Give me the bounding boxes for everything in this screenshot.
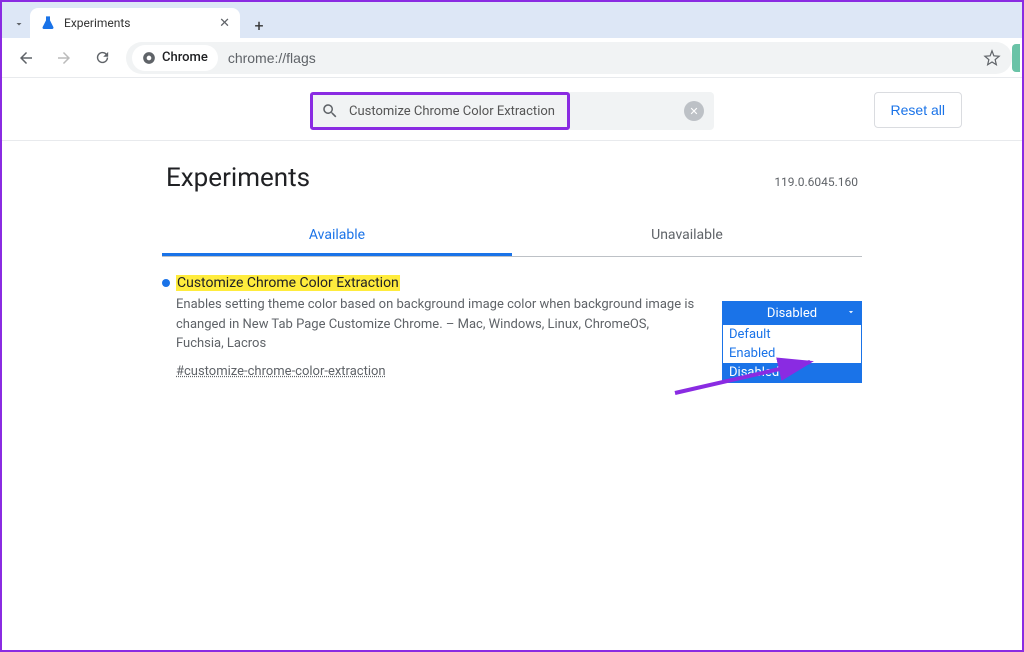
flag-description: Enables setting theme color based on bac… [176, 295, 698, 354]
page-header: Experiments 119.0.6045.160 [162, 141, 862, 199]
flags-search-container: Customize Chrome Color Extraction ✕ [310, 92, 714, 130]
close-tab-button[interactable]: ✕ [219, 16, 230, 31]
clear-search-button[interactable]: ✕ [684, 101, 704, 121]
flags-search-highlight: Customize Chrome Color Extraction [310, 92, 570, 130]
dropdown-selected-label: Disabled [767, 306, 817, 321]
tab-unavailable[interactable]: Unavailable [512, 217, 862, 256]
url-input[interactable] [222, 50, 974, 66]
search-query-text[interactable]: Customize Chrome Color Extraction [349, 104, 555, 119]
chrome-version: 119.0.6045.160 [774, 175, 858, 189]
flag-body: Customize Chrome Color Extraction Enable… [162, 275, 698, 379]
tab-title: Experiments [64, 16, 131, 30]
search-icon [321, 102, 339, 120]
forward-button[interactable] [50, 44, 78, 72]
toolbar: Chrome [2, 38, 1022, 78]
flask-icon [40, 15, 56, 31]
experiment-tabs: Available Unavailable [162, 217, 862, 257]
flag-anchor-link[interactable]: #customize-chrome-color-extraction [176, 364, 386, 379]
tabs-dropdown-button[interactable] [8, 10, 30, 38]
flag-title: Customize Chrome Color Extraction [176, 275, 400, 291]
site-chip-label: Chrome [162, 50, 208, 65]
reset-all-button[interactable]: Reset all [874, 92, 962, 128]
new-tab-button[interactable]: + [246, 12, 272, 38]
address-bar[interactable]: Chrome [126, 42, 1012, 74]
page-content: Customize Chrome Color Extraction ✕ Rese… [2, 78, 1022, 383]
browser-tab-active[interactable]: Experiments ✕ [30, 8, 240, 38]
modified-dot-icon [162, 279, 170, 287]
site-chip[interactable]: Chrome [132, 45, 218, 71]
chrome-icon [142, 51, 156, 65]
dropdown-options: Default Enabled Disabled [722, 325, 862, 383]
chevron-down-icon [846, 306, 856, 321]
flag-item: Customize Chrome Color Extraction Enable… [162, 275, 862, 383]
flag-state-dropdown[interactable]: Disabled Default Enabled Disabled [722, 301, 862, 383]
flag-list: Customize Chrome Color Extraction Enable… [162, 275, 862, 383]
bookmark-button[interactable] [978, 44, 1006, 72]
back-button[interactable] [12, 44, 40, 72]
page-title: Experiments [166, 163, 310, 193]
dropdown-option-default[interactable]: Default [723, 325, 861, 344]
reload-button[interactable] [88, 44, 116, 72]
tab-available[interactable]: Available [162, 217, 512, 256]
dropdown-selected[interactable]: Disabled [722, 301, 862, 325]
tab-strip: Experiments ✕ + [2, 2, 1022, 38]
dropdown-option-enabled[interactable]: Enabled [723, 344, 861, 363]
extension-edge [1012, 44, 1020, 72]
dropdown-option-disabled[interactable]: Disabled [723, 363, 861, 382]
search-row: Customize Chrome Color Extraction ✕ Rese… [2, 78, 1022, 140]
